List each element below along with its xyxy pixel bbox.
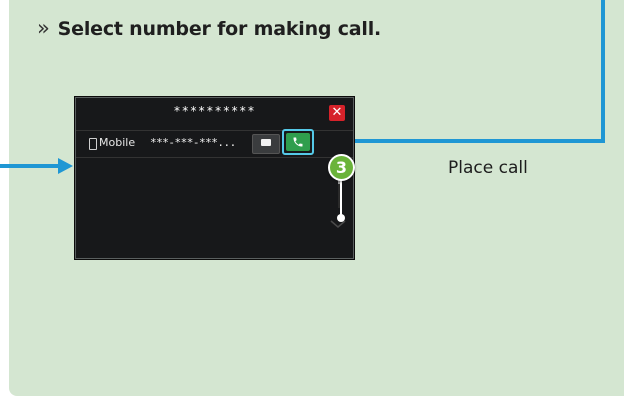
mobile-device-icon — [89, 138, 97, 150]
chevron-icon: » — [37, 16, 50, 40]
callout-dot — [337, 214, 345, 222]
call-button-highlight — [282, 129, 314, 155]
message-icon — [261, 139, 271, 146]
instruction-heading: » Select number for making call. — [37, 16, 382, 40]
callout-line — [340, 180, 342, 218]
close-icon: ✕ — [331, 105, 343, 120]
step-number-badge: 3 — [328, 154, 355, 181]
row-pointer-arrow-head — [58, 158, 73, 174]
phone-contact-screen: ********** ✕ Mobile ***-***-***... — [75, 97, 354, 259]
phone-icon — [293, 137, 303, 147]
number-type-label: Mobile — [99, 136, 136, 149]
message-button[interactable] — [252, 134, 280, 154]
instruction-text: Select number for making call. — [57, 18, 382, 40]
place-call-label: Place call — [448, 158, 528, 178]
contact-number-row[interactable]: Mobile ***-***-***... — [76, 129, 353, 158]
close-button[interactable]: ✕ — [329, 105, 345, 121]
call-button-leader-line — [350, 0, 605, 143]
call-button[interactable] — [286, 133, 310, 151]
contact-name-title: ********** — [173, 104, 256, 118]
phone-number: ***-***-***... — [150, 136, 236, 149]
